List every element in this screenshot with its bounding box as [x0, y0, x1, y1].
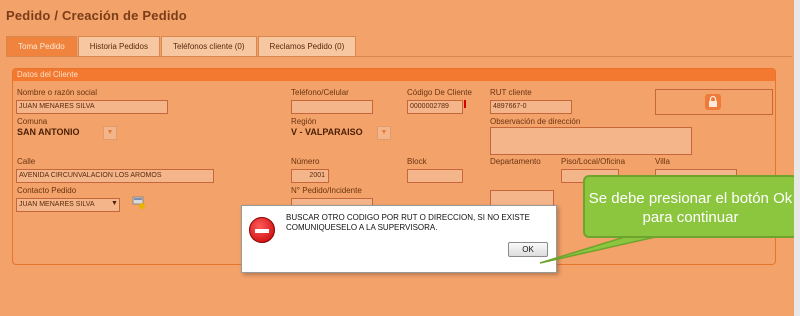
callout-pointer — [539, 235, 661, 264]
instruction-callout: Se debe presionar el botón Ok para conti… — [583, 175, 798, 238]
scrollbar[interactable] — [794, 0, 800, 316]
page-background: Pedido / Creación de Pedido Toma Pedido … — [0, 0, 800, 316]
